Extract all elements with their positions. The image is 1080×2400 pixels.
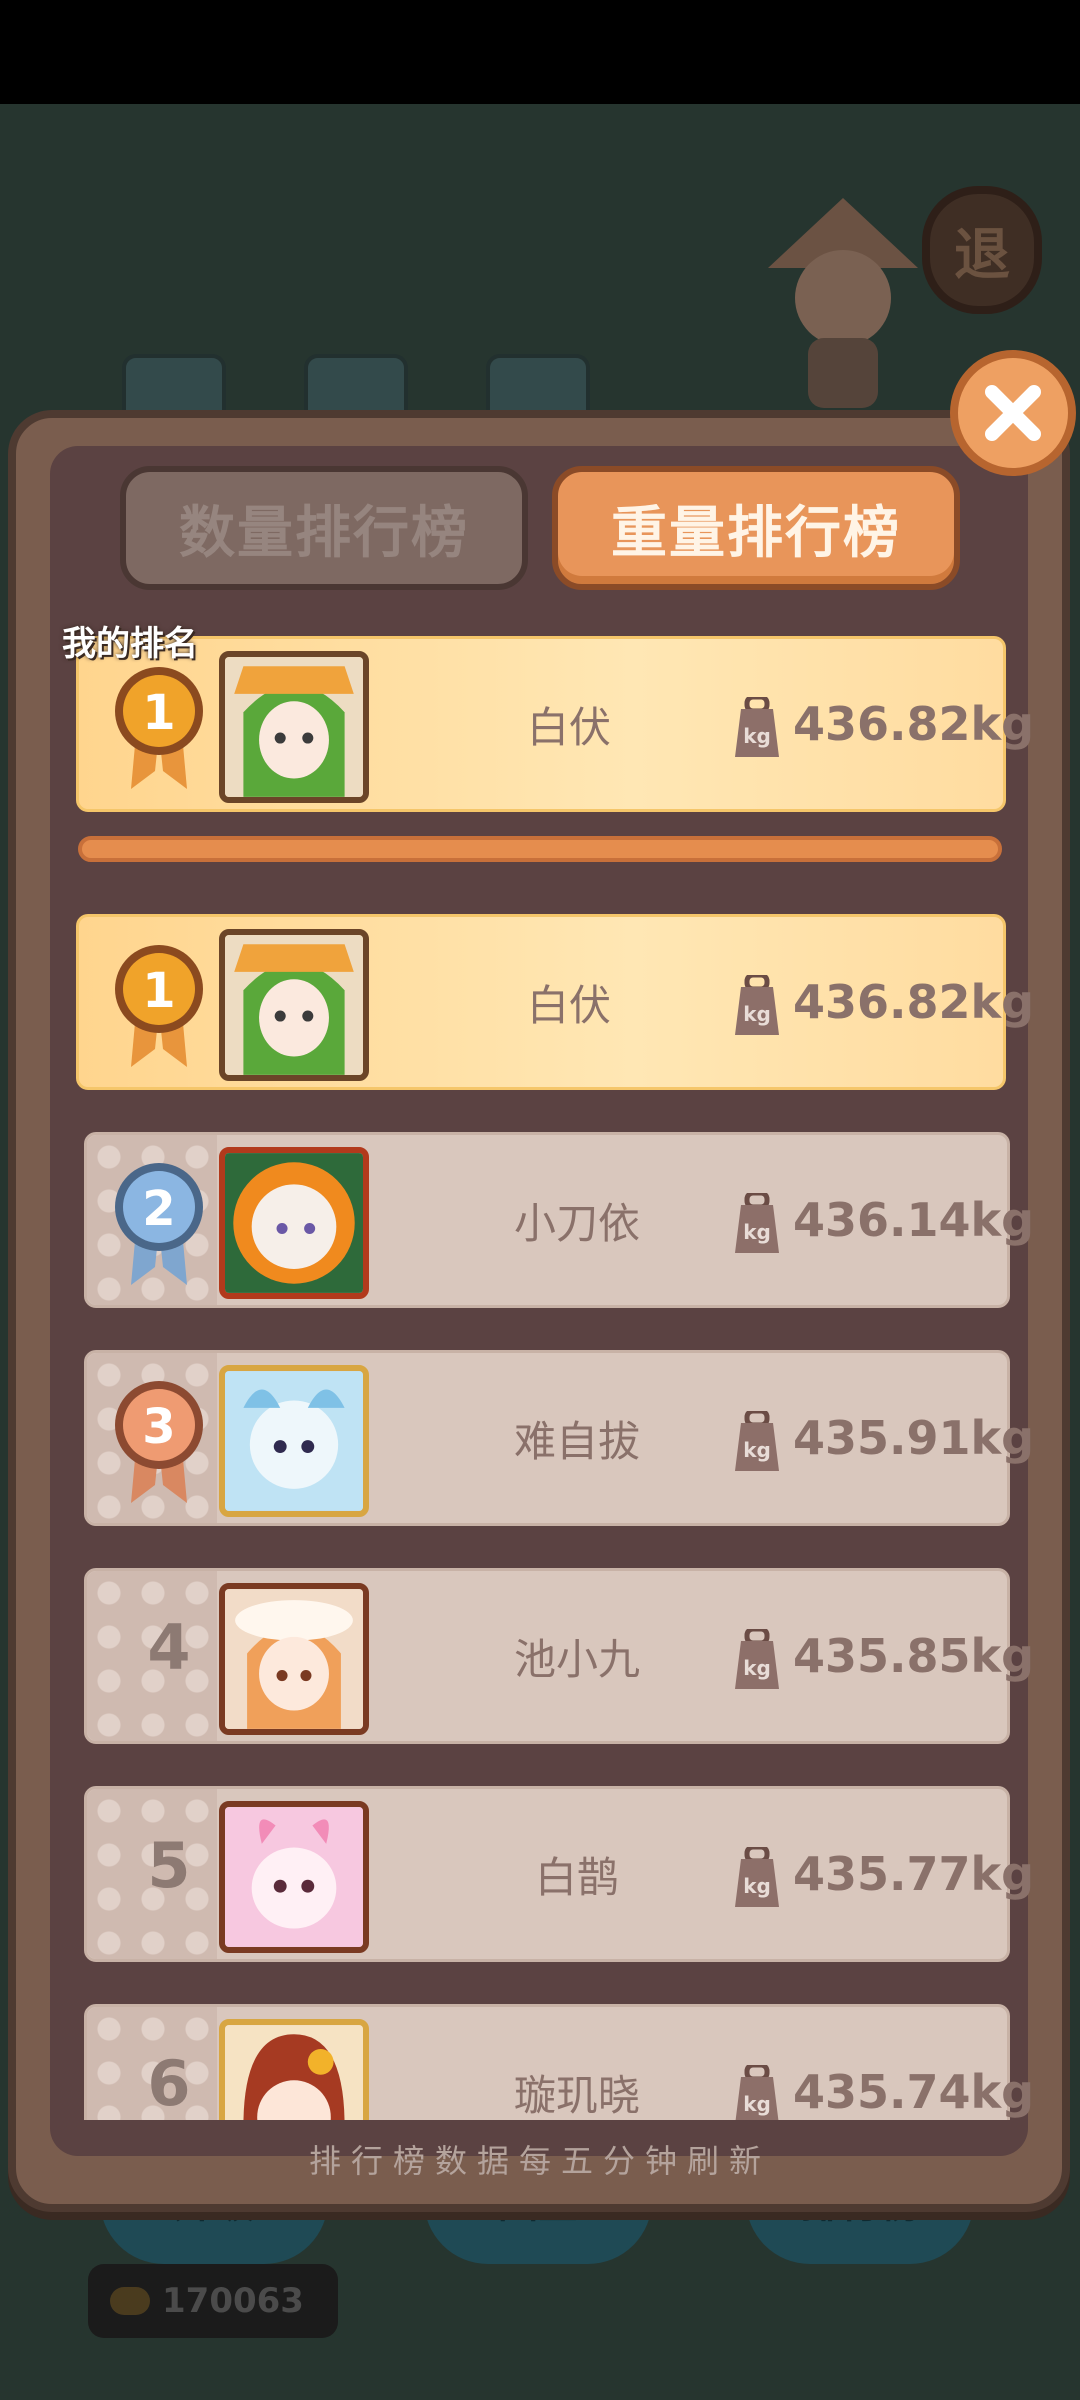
divider-bar [78, 836, 1002, 862]
rank-number: 5 [147, 1829, 191, 1902]
my-rank-label: 我的排名 [62, 624, 198, 664]
close-icon [985, 385, 1041, 441]
svg-text:kg: kg [743, 1656, 771, 1680]
player-weight: 435.91kg [793, 1411, 1035, 1465]
list-item[interactable]: 4 池小九 kg 435.85kg [84, 1568, 1034, 1744]
avatar [219, 929, 369, 1081]
list-item[interactable]: 2 小刀依 kg 436.14kg [84, 1132, 1034, 1308]
rank-number: 6 [147, 2047, 191, 2120]
avatar [219, 1365, 369, 1517]
player-name: 难自拔 [513, 1416, 640, 1466]
silver-medal-icon: 2 [115, 1163, 203, 1285]
rank-number: 4 [147, 1611, 191, 1684]
refresh-note: 排行榜数据每五分钟刷新 [308, 2142, 771, 2180]
rank-number: 3 [142, 1399, 175, 1455]
list-item[interactable]: 1 白伏 kg 436.82kg [76, 914, 1034, 1090]
svg-text:kg: kg [743, 1220, 771, 1244]
player-weight: 436.14kg [793, 1193, 1035, 1247]
player-weight: 436.82kg [793, 697, 1035, 751]
rank-number: 2 [142, 1181, 175, 1237]
player-name: 白鹊 [534, 1852, 619, 1902]
player-weight: 436.82kg [793, 975, 1035, 1029]
coin-counter: 170063 [88, 2264, 338, 2338]
svg-text:kg: kg [743, 2092, 771, 2116]
player-weight: 435.85kg [793, 1629, 1035, 1683]
gold-medal-icon: 1 [115, 667, 203, 789]
list-item[interactable]: 3 难自拔 kg 435.91kg [84, 1350, 1034, 1526]
status-bar [0, 0, 1080, 104]
background-tab [122, 354, 226, 418]
weight-icon: kg [735, 1847, 779, 1907]
rank-number: 1 [142, 963, 175, 1019]
leaderboard-list[interactable]: 1 白伏 kg 436.82kg 2 小刀依 kg 436.14kg 3 难自拔… [0, 900, 1080, 2120]
svg-text:kg: kg [743, 1438, 771, 1462]
exit-button[interactable]: 退 [922, 186, 1042, 314]
tab-count-leaderboard[interactable]: 数量排行榜 [120, 466, 528, 590]
background-tab [486, 354, 590, 418]
player-name: 白伏 [526, 702, 611, 752]
player-name: 白伏 [526, 980, 611, 1030]
background-tab [304, 354, 408, 418]
player-name: 小刀依 [513, 1198, 640, 1248]
gold-medal-icon: 1 [115, 945, 203, 1067]
avatar [219, 1801, 369, 1953]
my-rank-row: 1 白伏 kg 436.82kg [76, 636, 1034, 812]
weight-icon: kg [735, 1193, 779, 1253]
svg-text:kg: kg [743, 724, 771, 748]
close-button[interactable] [950, 350, 1076, 476]
list-item[interactable]: 5 白鹊 kg 435.77kg [84, 1786, 1034, 1962]
avatar [219, 1583, 369, 1735]
weight-icon: kg [735, 1411, 779, 1471]
avatar [219, 2019, 369, 2120]
weight-icon: kg [735, 975, 779, 1035]
tab-weight-leaderboard[interactable]: 重量排行榜 [552, 466, 960, 590]
player-name: 璇玑晓 [513, 2070, 640, 2120]
svg-text:kg: kg [743, 1002, 771, 1026]
bronze-medal-icon: 3 [115, 1381, 203, 1503]
weight-icon: kg [735, 697, 779, 757]
character-illustration [768, 198, 918, 408]
weight-icon: kg [735, 1629, 779, 1689]
player-weight: 435.74kg [793, 2065, 1035, 2119]
key-icon [110, 2287, 150, 2315]
my-rank-number: 1 [142, 685, 175, 741]
svg-text:kg: kg [743, 1874, 771, 1898]
list-item[interactable]: 6 璇玑晓 kg 435.74kg [84, 2004, 1034, 2120]
player-weight: 435.77kg [793, 1847, 1035, 1901]
player-name: 池小九 [513, 1634, 640, 1684]
avatar [219, 651, 369, 803]
avatar [219, 1147, 369, 1299]
coin-count: 170063 [162, 2281, 304, 2321]
weight-icon: kg [735, 2065, 779, 2120]
